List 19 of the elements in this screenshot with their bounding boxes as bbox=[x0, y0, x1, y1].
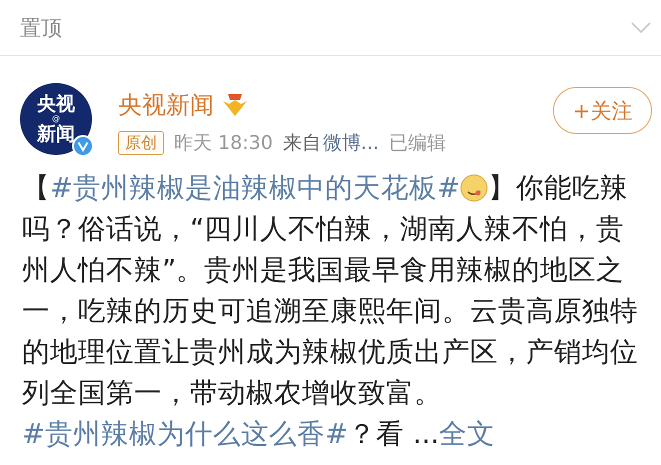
avatar-text: 央视 bbox=[37, 93, 75, 115]
post-time: 昨天 18:30 bbox=[174, 131, 273, 156]
source-prefix: 来自 bbox=[282, 131, 321, 156]
post-text: 【#贵州辣椒是油辣椒中的天花板# 】你能吃辣吗？俗话说，“四川人不怕辣，湖南人辣不怕，贵州人怕不辣”。贵州是我国最早食用辣椒的地区之一，吃辣的历史可追溯至康熙年间。云贵高原独特的地理位置让贵州成为辣椒优质出产区，产销均位列全国第一，带动椒农增收致富。 #贵州辣椒为什么这么香#？看 ...全文 bbox=[22, 171, 639, 452]
avatar-mark: @ bbox=[52, 115, 60, 123]
original-tag: 原创 bbox=[118, 131, 164, 155]
medal-icon bbox=[222, 93, 248, 117]
section-title: 置顶 bbox=[20, 14, 62, 42]
avatar-text: 新闻 bbox=[37, 123, 75, 145]
source-link[interactable]: 微博... bbox=[322, 130, 379, 156]
follow-button[interactable]: +关注 bbox=[553, 87, 652, 134]
author-name[interactable]: 央视新闻 bbox=[118, 89, 214, 121]
chevron-down-icon[interactable] bbox=[631, 22, 651, 34]
avatar[interactable]: 央视 新闻 @ bbox=[20, 83, 92, 155]
edited-label: 已编辑 bbox=[388, 131, 446, 156]
hashtag-link[interactable]: #贵州辣椒是油辣椒中的天花板# bbox=[50, 172, 460, 204]
full-text-link[interactable]: 全文 bbox=[439, 418, 496, 450]
hashtag-link[interactable]: #贵州辣椒为什么这么香# bbox=[22, 418, 348, 450]
emoji-icon bbox=[460, 174, 488, 202]
